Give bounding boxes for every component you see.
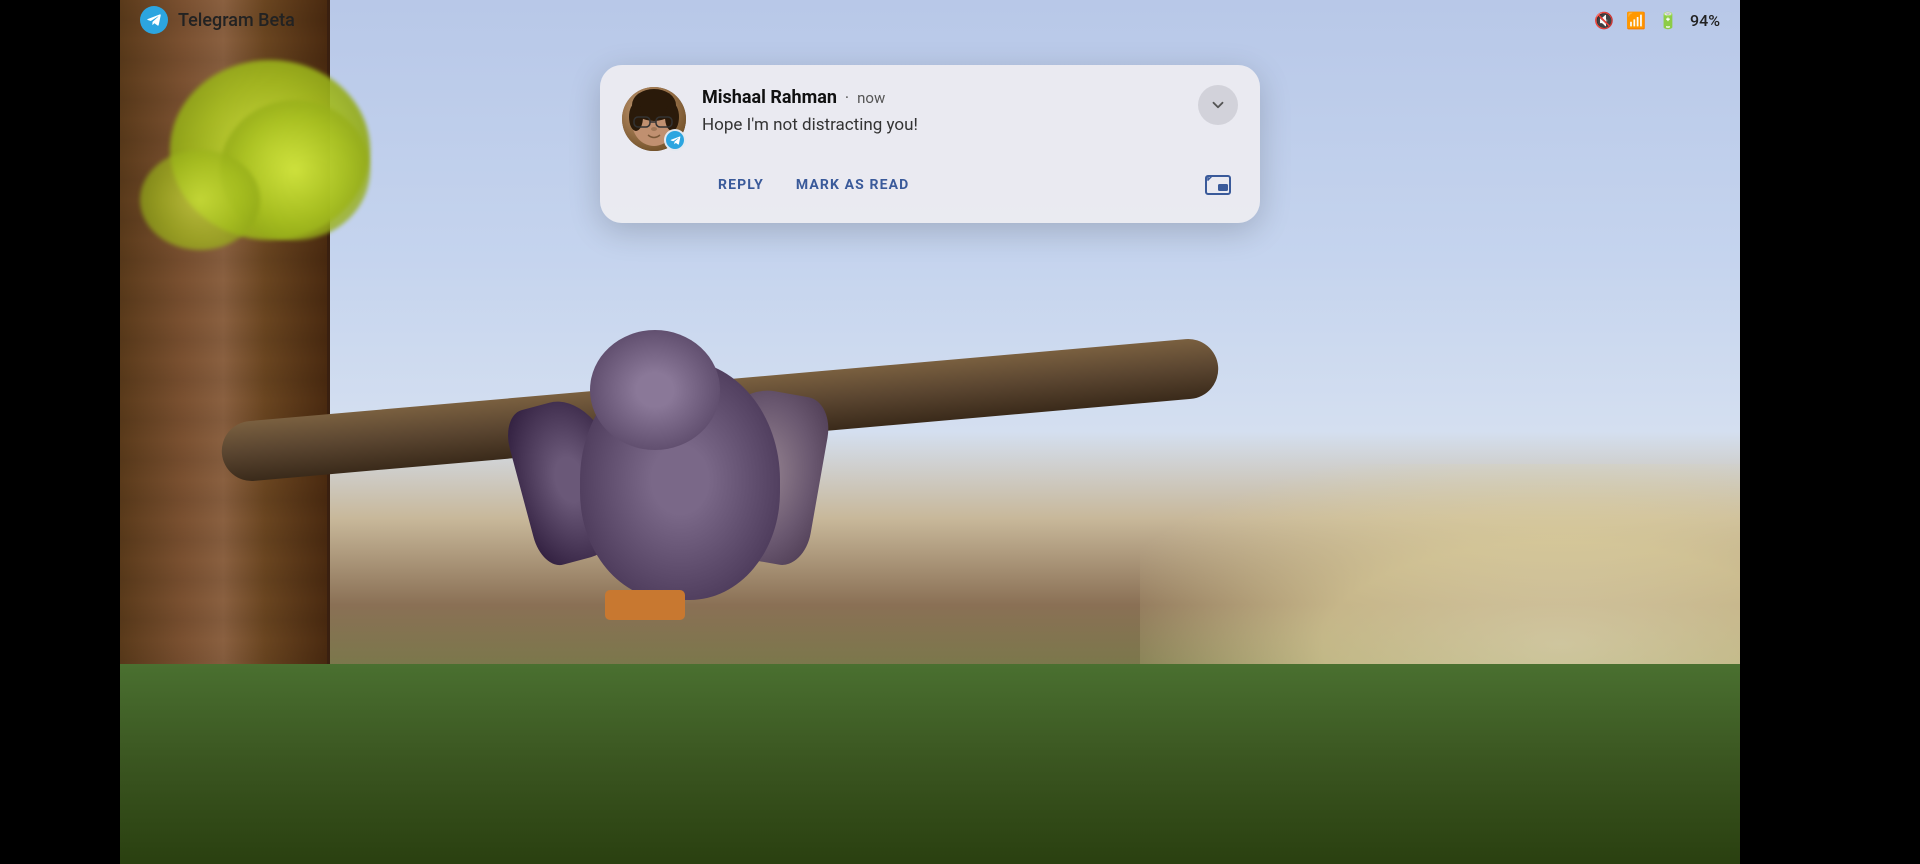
notification-card: Mishaal Rahman · now Hope I'm not distra… xyxy=(600,65,1260,223)
avatar-container xyxy=(622,87,686,151)
bird-head xyxy=(590,330,720,450)
chevron-down-icon xyxy=(1209,96,1227,114)
status-bar: Telegram Beta 🔇 📶 🔋 94% xyxy=(120,0,1740,40)
telegram-app-icon xyxy=(140,6,168,34)
notification-content: Mishaal Rahman · now Hope I'm not distra… xyxy=(702,87,1182,138)
bottom-vegetation xyxy=(120,664,1740,864)
app-name-label: Telegram Beta xyxy=(178,10,295,31)
dot-separator: · xyxy=(845,88,849,107)
telegram-svg xyxy=(145,11,163,29)
bird xyxy=(420,280,840,700)
bird-feet xyxy=(605,590,685,620)
telegram-badge xyxy=(664,129,686,151)
sidebar-right xyxy=(1740,0,1920,864)
notification-actions: REPLY MARK AS READ xyxy=(622,165,1238,205)
sidebar-left xyxy=(0,0,120,864)
collapse-button[interactable] xyxy=(1198,85,1238,125)
status-bar-right: 🔇 📶 🔋 94% xyxy=(1594,11,1720,30)
telegram-badge-svg xyxy=(669,134,682,147)
wifi-icon: 📶 xyxy=(1626,11,1646,30)
battery-percentage: 94% xyxy=(1690,11,1720,30)
sender-name: Mishaal Rahman xyxy=(702,87,837,108)
mark-as-read-button[interactable]: MARK AS READ xyxy=(780,169,925,201)
pip-button[interactable] xyxy=(1198,165,1238,205)
leaf-blob-3 xyxy=(140,150,260,250)
mute-icon: 🔇 xyxy=(1594,11,1614,30)
pip-icon xyxy=(1204,171,1232,199)
reply-button[interactable]: REPLY xyxy=(702,169,780,201)
notification-title-row: Mishaal Rahman · now xyxy=(702,87,1182,108)
timestamp: now xyxy=(857,89,885,107)
message-text: Hope I'm not distracting you! xyxy=(702,114,1182,138)
notification-header: Mishaal Rahman · now Hope I'm not distra… xyxy=(622,87,1238,151)
screen: Telegram Beta 🔇 📶 🔋 94% xyxy=(120,0,1740,864)
status-bar-left: Telegram Beta xyxy=(140,6,295,34)
battery-icon: 🔋 xyxy=(1658,11,1678,30)
